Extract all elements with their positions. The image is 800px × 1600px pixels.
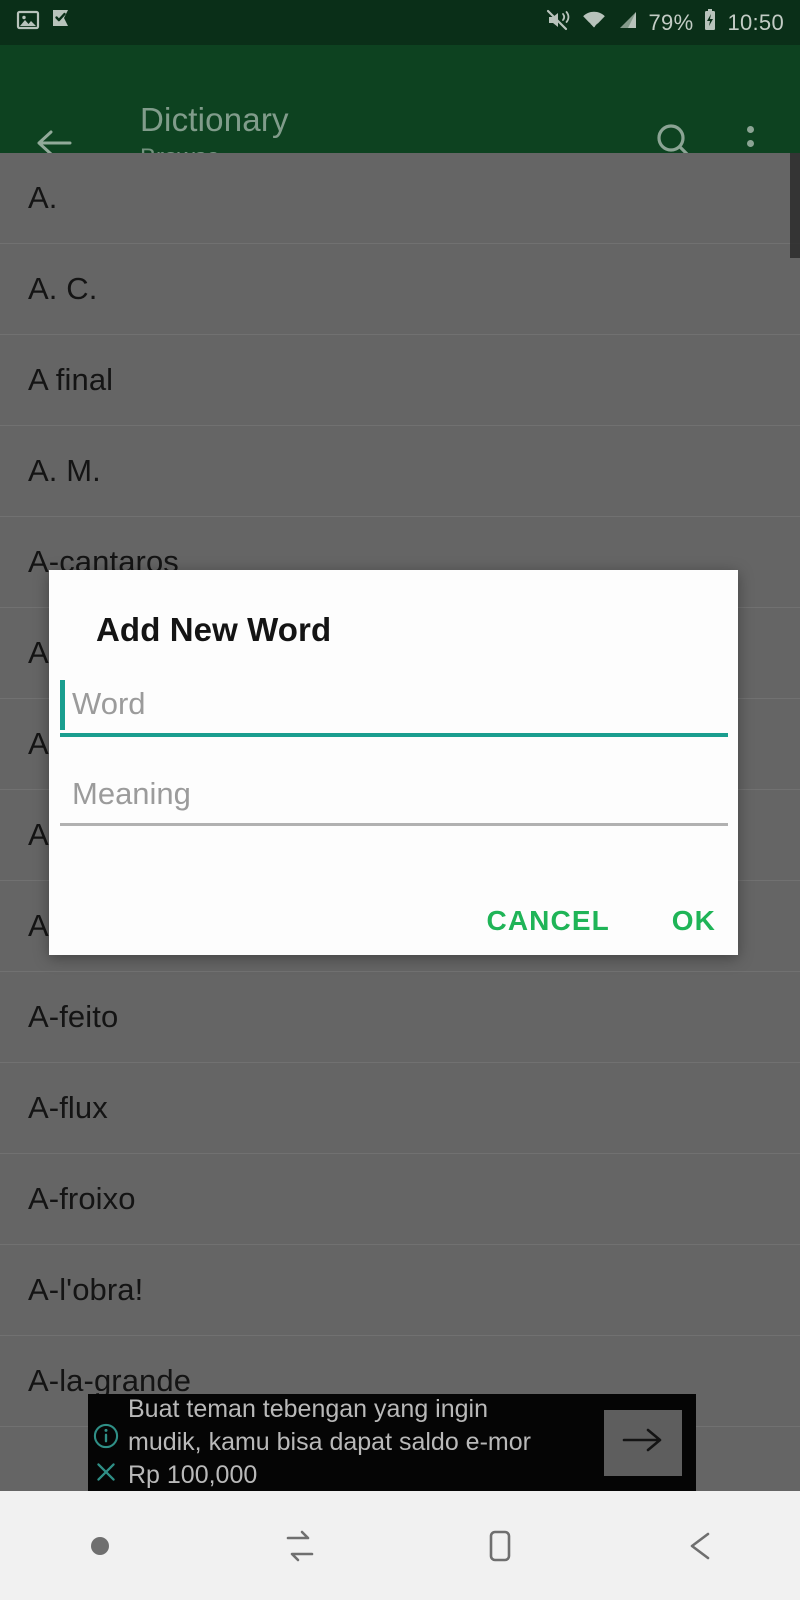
back-icon[interactable] [600,1491,800,1600]
flag-check-icon [50,8,72,37]
list-item[interactable]: A final [0,335,800,426]
ad-line-2: mudik, kamu bisa dapat saldo e-mor [128,1428,531,1456]
close-x-icon[interactable] [93,1459,119,1490]
ad-line-1: Buat teman tebengan yang ingin [128,1395,488,1423]
info-circle-icon[interactable] [92,1422,120,1455]
list-item[interactable]: A-l'obra! [0,1245,800,1336]
app-bar: Dictionary Browse [0,45,800,171]
list-item[interactable]: A-flux [0,1063,800,1154]
signal-icon [616,8,640,37]
meaning-input-placeholder: Meaning [72,776,191,811]
word-label: A [28,726,49,761]
list-item[interactable]: A-froixo [0,1154,800,1245]
status-bar-right-icons: 79% 10:50 [546,8,785,37]
word-label: A-froixo [28,1181,136,1216]
word-label: A-feito [28,999,119,1034]
meaning-input-underline [60,823,728,826]
list-item[interactable]: A-feito [0,972,800,1063]
word-input-underline [60,733,728,737]
list-item[interactable]: A. C. [0,244,800,335]
ad-badges [88,1394,124,1491]
ad-line-3: Rp 100,000 [128,1461,258,1489]
overflow-dot [746,139,754,147]
word-label: A-flux [28,1090,108,1125]
word-label: A. [28,180,58,215]
vibrate-mute-icon [546,8,572,37]
page-title: Dictionary [140,101,289,138]
phone-screen: 79% 10:50 Dictionary Browse [0,0,800,1600]
arrow-right-icon [618,1422,668,1463]
battery-percent-label: 79% [648,9,694,35]
ad-text-block: Buat teman tebengan yang ingin mudik, ka… [124,1393,604,1492]
word-label: A [28,908,49,943]
word-label: A [28,817,49,852]
status-bar-left-icons [16,8,72,37]
list-item[interactable]: A. [0,153,800,244]
word-label: A final [28,362,114,397]
home-icon[interactable] [400,1491,600,1600]
ok-button[interactable]: OK [672,905,716,937]
dot-indicator-icon[interactable] [0,1491,200,1600]
battery-charging-icon [702,8,718,37]
status-bar: 79% 10:50 [0,0,800,45]
dialog-actions: CANCEL OK [487,905,716,937]
meaning-input-field[interactable]: Meaning [60,765,728,826]
ad-banner[interactable]: Buat teman tebengan yang ingin mudik, ka… [88,1394,696,1491]
wifi-icon [581,8,607,37]
image-icon [16,8,40,37]
scrollbar-thumb[interactable] [790,153,800,258]
word-label: A [28,635,49,670]
system-nav-bar [0,1491,800,1600]
dialog-title: Add New Word [96,611,332,648]
list-item[interactable]: A. M. [0,426,800,517]
recents-icon[interactable] [200,1491,400,1600]
nav-dot [91,1536,109,1555]
text-cursor [60,680,65,730]
add-new-word-dialog: Add New Word Word Meaning CANCEL OK [49,570,738,955]
overflow-dot [746,125,754,133]
word-input-field[interactable]: Word [60,675,728,737]
cancel-button[interactable]: CANCEL [487,905,610,937]
word-label: A. C. [28,271,98,306]
word-label: A-l'obra! [28,1272,144,1307]
clock-label: 10:50 [727,9,784,35]
ad-cta-button[interactable] [604,1409,682,1476]
word-input-placeholder: Word [72,686,146,721]
word-label: A. M. [28,453,101,488]
